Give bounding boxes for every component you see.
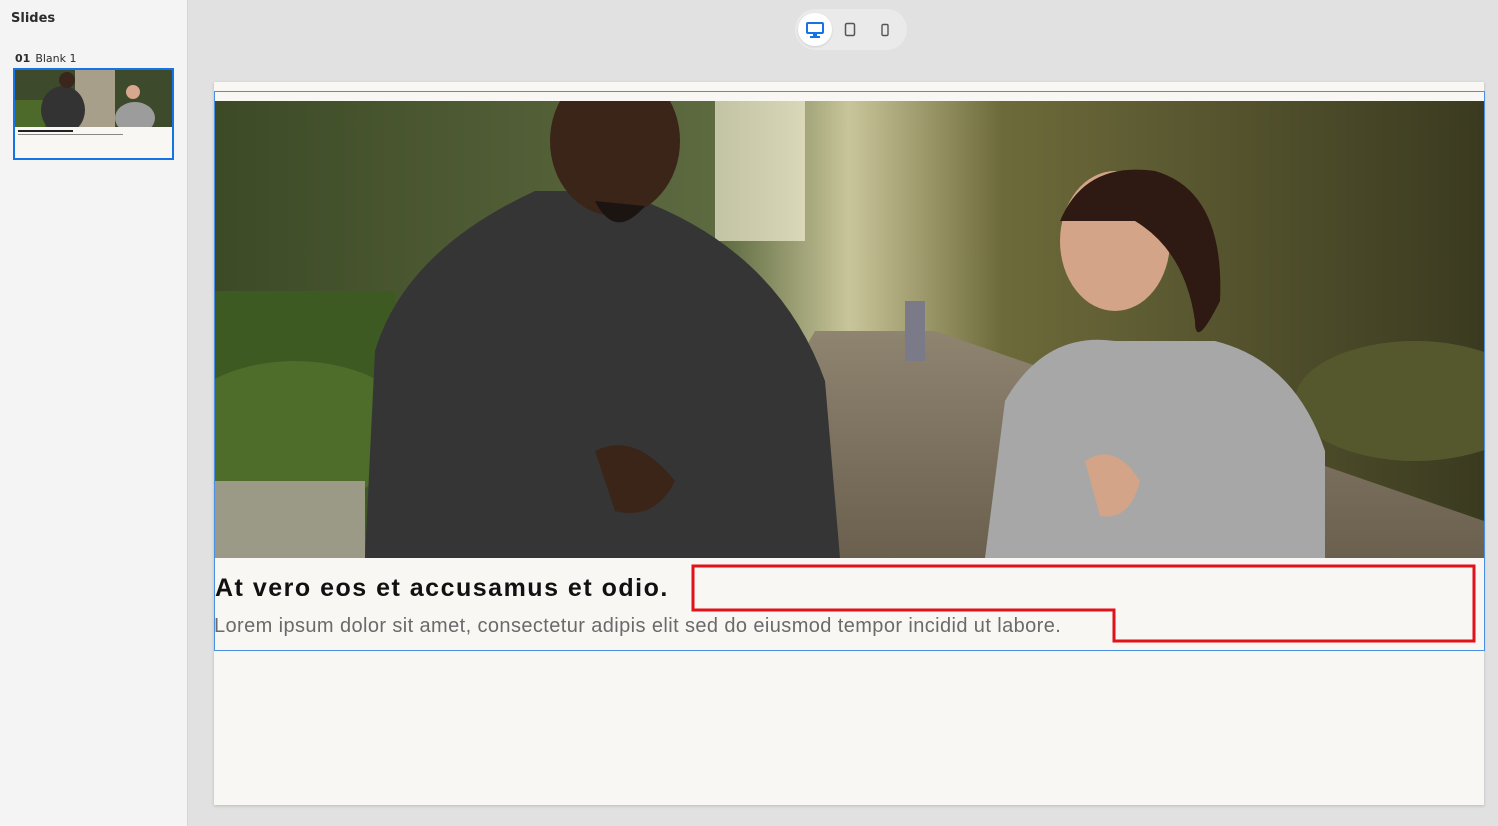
slide-thumbnail[interactable] — [13, 68, 174, 160]
slide-heading[interactable]: At vero eos et accusamus et odio. — [215, 574, 669, 603]
thumbnail-photo — [15, 70, 172, 127]
slide-label[interactable]: 01 Blank 1 — [15, 52, 77, 65]
slide-number: 01 — [15, 52, 31, 65]
hero-image[interactable] — [215, 101, 1484, 558]
tablet-view-button[interactable] — [833, 13, 867, 46]
slide-name: Blank 1 — [35, 52, 77, 65]
slide-body-text[interactable]: Lorem ipsum dolor sit amet, consectetur … — [214, 615, 1061, 638]
slides-panel: Slides 01 Blank 1 — [0, 0, 188, 826]
mobile-view-button[interactable] — [868, 13, 902, 46]
slides-panel-title: Slides — [11, 11, 56, 26]
mobile-icon — [881, 23, 889, 36]
tablet-icon — [844, 22, 856, 37]
thumbnail-body-line — [18, 134, 123, 135]
desktop-icon — [806, 21, 824, 38]
desktop-view-button[interactable] — [798, 13, 832, 46]
thumbnail-heading-line — [18, 130, 73, 132]
device-preview-toggle — [795, 9, 907, 50]
